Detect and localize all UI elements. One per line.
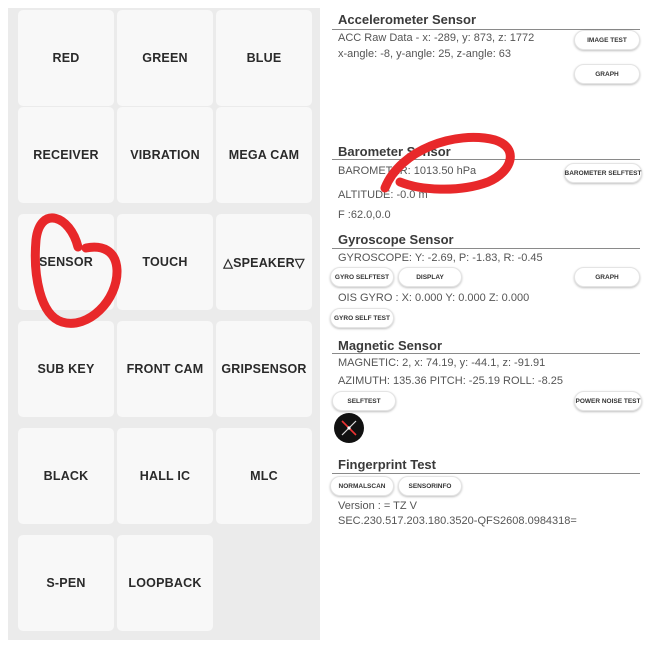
acc-angle-data: x-angle: -8, y-angle: 25, z-angle: 63 xyxy=(338,48,512,60)
mega-cam-button[interactable]: MEGA CAM xyxy=(216,107,312,203)
sub-key-button[interactable]: SUB KEY xyxy=(18,321,114,417)
mlc-button[interactable]: MLC xyxy=(216,428,312,524)
barometer-selftest-button[interactable]: BAROMETER SELFTEST xyxy=(564,163,642,183)
gripsensor-button[interactable]: GRIPSENSOR xyxy=(216,321,312,417)
barometer-title: Barometer Sensor xyxy=(338,144,451,159)
altitude-value: ALTITUDE: -0.0 m xyxy=(338,189,428,201)
image-test-button[interactable]: IMAGE TEST xyxy=(574,30,640,50)
azimuth-value: AZIMUTH: 135.36 PITCH: -25.19 ROLL: -8.2… xyxy=(338,375,563,387)
barometer-value: BAROMETER: 1013.50 hPa xyxy=(338,165,477,177)
receiver-button[interactable]: RECEIVER xyxy=(18,107,114,203)
gyro-graph-button[interactable]: GRAPH xyxy=(574,267,640,287)
front-cam-button[interactable]: FRONT CAM xyxy=(117,321,213,417)
green-button[interactable]: GREEN xyxy=(117,10,213,106)
sensorinfo-button[interactable]: SENSORINFO xyxy=(398,476,462,496)
gyro-selftest-button[interactable]: GYRO SELFTEST xyxy=(330,267,394,287)
acc-graph-button[interactable]: GRAPH xyxy=(574,64,640,84)
speaker-button[interactable]: △SPEAKER▽ xyxy=(216,214,312,310)
gyro-display-button[interactable]: DISPLAY xyxy=(398,267,462,287)
gyroscope-divider xyxy=(332,248,640,249)
barometer-f-value: F :62.0,0.0 xyxy=(338,209,391,221)
acc-raw-data: ACC Raw Data - x: -289, y: 873, z: 1772 xyxy=(338,32,535,44)
touch-button[interactable]: TOUCH xyxy=(117,214,213,310)
gyroscope-title: Gyroscope Sensor xyxy=(338,232,454,247)
barometer-divider xyxy=(332,159,640,160)
magnetic-divider xyxy=(332,353,640,354)
fingerprint-title: Fingerprint Test xyxy=(338,457,436,472)
loopback-button[interactable]: LOOPBACK xyxy=(117,535,213,631)
sensor-button[interactable]: SENSOR xyxy=(18,214,114,310)
sensor-panel: Accelerometer Sensor ACC Raw Data - x: -… xyxy=(320,0,650,650)
fingerprint-divider xyxy=(332,473,640,474)
ois-gyro-value: OIS GYRO : X: 0.000 Y: 0.000 Z: 0.000 xyxy=(338,292,530,304)
gyroscope-value: GYROSCOPE: Y: -2.69, P: -1.83, R: -0.45 xyxy=(338,252,543,264)
accelerometer-title: Accelerometer Sensor xyxy=(338,12,477,27)
power-noise-test-button[interactable]: POWER NOISE TEST xyxy=(574,391,642,411)
blue-button[interactable]: BLUE xyxy=(216,10,312,106)
vibration-button[interactable]: VIBRATION xyxy=(117,107,213,203)
magnetic-value: MAGNETIC: 2, x: 74.19, y: -44.1, z: -91.… xyxy=(338,357,546,369)
test-menu-grid: RED GREEN BLUE RECEIVER VIBRATION MEGA C… xyxy=(8,8,320,640)
hall-ic-button[interactable]: HALL IC xyxy=(117,428,213,524)
compass-icon xyxy=(334,413,364,443)
fingerprint-sec-string: SEC.230.517.203.180.3520-QFS2608.0984318… xyxy=(338,515,577,527)
magnetic-title: Magnetic Sensor xyxy=(338,338,443,353)
fingerprint-version: Version : = TZ V xyxy=(338,500,417,512)
magnetic-selftest-button[interactable]: SELFTEST xyxy=(332,391,396,411)
black-button[interactable]: BLACK xyxy=(18,428,114,524)
normalscan-button[interactable]: NORMALSCAN xyxy=(330,476,394,496)
gyro-self-test-button[interactable]: GYRO SELF TEST xyxy=(330,308,394,328)
s-pen-button[interactable]: S-PEN xyxy=(18,535,114,631)
red-button[interactable]: RED xyxy=(18,10,114,106)
